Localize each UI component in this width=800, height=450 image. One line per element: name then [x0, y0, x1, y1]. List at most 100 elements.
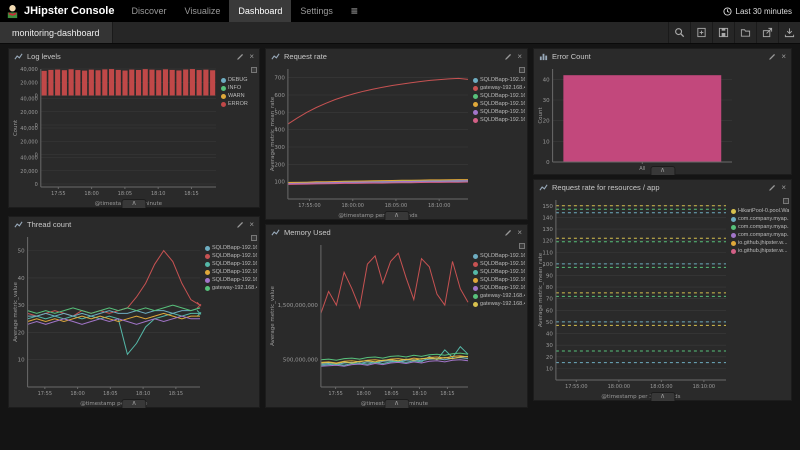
legend-item[interactable]: SQLDBapp-192.168.4...: [473, 252, 525, 260]
legend-item[interactable]: gateway-192.168.43...: [205, 284, 257, 292]
panel-header[interactable]: Request rate ×: [266, 49, 527, 64]
svg-text:0: 0: [35, 182, 38, 188]
collapse-panel-button[interactable]: ∧: [650, 166, 675, 175]
legend-item[interactable]: SQLDBapp-192.168.4...: [473, 100, 525, 108]
panel-thread-count: Thread count × 504030201017:5518:0018:05…: [8, 216, 260, 408]
legend-item[interactable]: WARN: [221, 92, 257, 100]
collapse-panel-button[interactable]: ∧: [121, 199, 146, 208]
legend-item[interactable]: SQLDBapp-192.168.4...: [205, 244, 257, 252]
save-dashboard-button[interactable]: [712, 22, 734, 43]
legend-item[interactable]: io.github.jhipster.w...: [731, 247, 789, 255]
panel-title: Log levels: [27, 52, 232, 61]
close-panel-icon[interactable]: ×: [781, 184, 786, 192]
legend-item[interactable]: HikariPool-0.pool.Wait: [731, 207, 789, 215]
legend-item[interactable]: com.company.myap...: [731, 231, 789, 239]
query-input[interactable]: [113, 22, 668, 43]
svg-text:18:10:00: 18:10:00: [693, 384, 715, 390]
svg-text:18:05: 18:05: [384, 391, 398, 397]
svg-text:40: 40: [543, 77, 550, 83]
svg-text:20,000: 20,000: [20, 110, 38, 116]
legend-item[interactable]: com.company.myap...: [731, 215, 789, 223]
svg-text:18:05: 18:05: [118, 191, 132, 197]
legend-item[interactable]: SQLDBapp-192.168.4...: [205, 268, 257, 276]
panel-header[interactable]: Thread count ×: [9, 217, 259, 232]
legend-item[interactable]: SQLDBapp-192.168.4...: [205, 252, 257, 260]
edit-panel-icon[interactable]: [504, 53, 512, 61]
legend-item[interactable]: gateway-192.168.43...: [473, 300, 525, 308]
legend-toggle-icon[interactable]: [519, 243, 525, 249]
panel-header[interactable]: Memory Used ×: [266, 225, 527, 240]
legend-item[interactable]: com.company.myap...: [731, 223, 789, 231]
legend-item[interactable]: SQLDBapp-192.168.4...: [473, 260, 525, 268]
svg-text:18:00: 18:00: [356, 391, 370, 397]
svg-text:70: 70: [546, 297, 553, 303]
panel-header[interactable]: Request rate for resources / app ×: [534, 180, 791, 195]
search-icon: [674, 27, 685, 38]
close-panel-icon[interactable]: ×: [781, 53, 786, 61]
svg-text:130: 130: [542, 227, 553, 233]
svg-text:200: 200: [274, 162, 285, 168]
svg-text:20: 20: [546, 355, 553, 361]
svg-text:20,000: 20,000: [20, 139, 38, 145]
edit-panel-icon[interactable]: [236, 53, 244, 61]
menu-icon[interactable]: ≡: [342, 0, 367, 22]
legend-item[interactable]: SQLDBapp-192.168.4...: [473, 268, 525, 276]
svg-text:1,500,000,000: 1,500,000,000: [278, 303, 319, 309]
time-picker-button[interactable]: Last 30 minutes: [715, 0, 800, 22]
export-button[interactable]: [778, 22, 800, 43]
line-chart-icon: [271, 52, 280, 61]
legend-toggle-icon[interactable]: [783, 198, 789, 204]
svg-text:30: 30: [546, 343, 553, 349]
edit-panel-icon[interactable]: [236, 221, 244, 229]
edit-panel-icon[interactable]: [768, 184, 776, 192]
close-panel-icon[interactable]: ×: [517, 53, 522, 61]
legend-item[interactable]: SQLDBapp-192.168.4...: [473, 276, 525, 284]
legend-item[interactable]: ERROR: [221, 100, 257, 108]
share-dashboard-button[interactable]: [756, 22, 778, 43]
svg-text:500,000,000: 500,000,000: [283, 358, 318, 364]
nav-item-visualize[interactable]: Visualize: [175, 0, 229, 22]
collapse-panel-button[interactable]: ∧: [384, 211, 409, 220]
load-dashboard-button[interactable]: [734, 22, 756, 43]
new-dashboard-button[interactable]: [690, 22, 712, 43]
line-chart-icon: [539, 183, 548, 192]
collapse-panel-button[interactable]: ∧: [121, 399, 146, 408]
collapse-panel-button[interactable]: ∧: [650, 392, 675, 401]
close-panel-icon[interactable]: ×: [249, 221, 254, 229]
close-panel-icon[interactable]: ×: [517, 229, 522, 237]
legend-item[interactable]: gateway-192.168.43...: [473, 292, 525, 300]
nav-item-dashboard[interactable]: Dashboard: [229, 0, 291, 22]
legend-item[interactable]: SQLDBapp-192.168.4...: [473, 284, 525, 292]
legend-item[interactable]: SQLDBapp-192.168.4...: [473, 108, 525, 116]
brand[interactable]: JHipster Console: [0, 0, 122, 22]
panel-header[interactable]: Error Count ×: [534, 49, 791, 64]
legend-item[interactable]: DEBUG: [221, 76, 257, 84]
svg-text:Average metric_mean_rate: Average metric_mean_rate: [270, 96, 276, 171]
svg-text:17:55:00: 17:55:00: [298, 203, 320, 209]
svg-text:110: 110: [542, 250, 553, 256]
dashboard-title[interactable]: monitoring-dashboard: [0, 22, 113, 43]
edit-panel-icon[interactable]: [504, 229, 512, 237]
nav-item-discover[interactable]: Discover: [122, 0, 175, 22]
legend-toggle-icon[interactable]: [251, 235, 257, 241]
legend-item[interactable]: gateway-192.168.43...: [473, 84, 525, 92]
close-panel-icon[interactable]: ×: [249, 53, 254, 61]
legend-toggle-icon[interactable]: [519, 67, 525, 73]
legend-item[interactable]: INFO: [221, 84, 257, 92]
panel-header[interactable]: Log levels ×: [9, 49, 259, 64]
legend-item[interactable]: SQLDBapp-192.168.4...: [205, 276, 257, 284]
svg-text:Average metric_value: Average metric_value: [13, 281, 19, 341]
legend-item[interactable]: SQLDBapp-192.168.4...: [473, 92, 525, 100]
svg-text:140: 140: [542, 215, 553, 221]
legend-item[interactable]: io.github.jhipster.w...: [731, 239, 789, 247]
collapse-panel-button[interactable]: ∧: [384, 399, 409, 408]
search-button[interactable]: [668, 22, 690, 43]
legend-toggle-icon[interactable]: [251, 67, 257, 73]
legend-item[interactable]: SQLDBapp-192.168.4...: [473, 116, 525, 124]
nav-item-settings[interactable]: Settings: [291, 0, 342, 22]
legend-item[interactable]: SQLDBapp-192.168.4...: [473, 76, 525, 84]
legend-item[interactable]: SQLDBapp-192.168.4...: [205, 260, 257, 268]
edit-panel-icon[interactable]: [768, 53, 776, 61]
chart-legend: SQLDBapp-192.168.4...SQLDBapp-192.168.4.…: [471, 240, 527, 407]
svg-text:18:15: 18:15: [184, 191, 198, 197]
